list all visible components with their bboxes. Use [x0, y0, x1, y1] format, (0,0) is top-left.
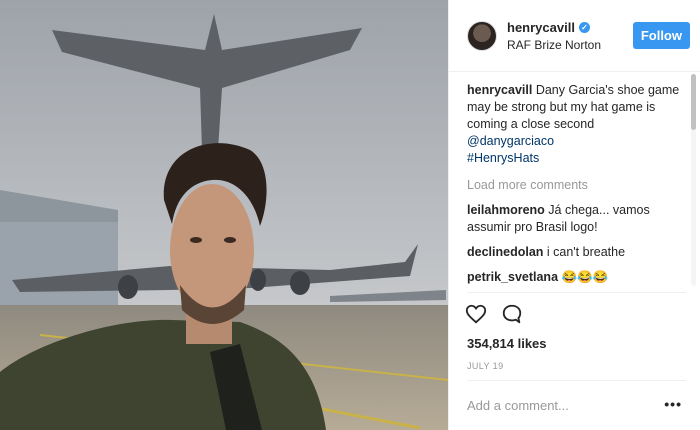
avatar[interactable]	[467, 20, 497, 51]
post-side-panel: henrycavill ✓ RAF Brize Norton Follow he…	[448, 0, 700, 430]
post-photo[interactable]	[0, 0, 448, 430]
scrollbar-thumb[interactable]	[691, 74, 696, 130]
comments-scrollbar[interactable]	[691, 74, 696, 286]
location-link[interactable]: RAF Brize Norton	[507, 38, 633, 52]
caption-mention-link[interactable]: @danygarciaco	[467, 133, 684, 150]
divider	[467, 380, 686, 381]
post-date: JULY 19	[467, 361, 504, 371]
header-username-row: henrycavill ✓	[507, 20, 633, 35]
header-username[interactable]: henrycavill	[507, 20, 575, 35]
header-info: henrycavill ✓ RAF Brize Norton	[507, 20, 633, 52]
caption-username[interactable]: henrycavill	[467, 83, 532, 97]
comment-item: leilahmoreno Já chega... vamos assumir p…	[467, 202, 684, 236]
caption-hashtag-link[interactable]: #HenrysHats	[467, 150, 684, 167]
comment-bubble-icon[interactable]	[501, 303, 523, 325]
verified-badge-icon: ✓	[578, 21, 590, 33]
action-bar	[465, 303, 523, 325]
follow-button[interactable]: Follow	[632, 22, 690, 49]
airfield-selfie-illustration	[0, 0, 448, 430]
post-header: henrycavill ✓ RAF Brize Norton Follow	[449, 0, 700, 72]
comment-item: declinedolan i can't breathe	[467, 244, 684, 261]
comment-text: i can't breathe	[546, 245, 626, 259]
comments-list: henrycavill Dany Garcia's shoe game may …	[467, 82, 684, 294]
more-options-icon[interactable]: •••	[664, 396, 682, 412]
load-more-comments-button[interactable]: Load more comments	[467, 177, 684, 194]
likes-count[interactable]: 354,814 likes	[467, 336, 547, 351]
comment-username[interactable]: declinedolan	[467, 245, 543, 259]
comment-username[interactable]: petrik_svetlana	[467, 270, 558, 284]
add-comment-input[interactable]: Add a comment...	[467, 398, 569, 413]
comment-item: petrik_svetlana 😂😂😂	[467, 269, 684, 286]
divider	[467, 292, 686, 293]
caption: henrycavill Dany Garcia's shoe game may …	[467, 82, 684, 167]
instagram-post: henrycavill ✓ RAF Brize Norton Follow he…	[0, 0, 700, 430]
heart-icon[interactable]	[465, 303, 487, 325]
comment-text: 😂😂😂	[561, 270, 609, 284]
comment-username[interactable]: leilahmoreno	[467, 203, 545, 217]
